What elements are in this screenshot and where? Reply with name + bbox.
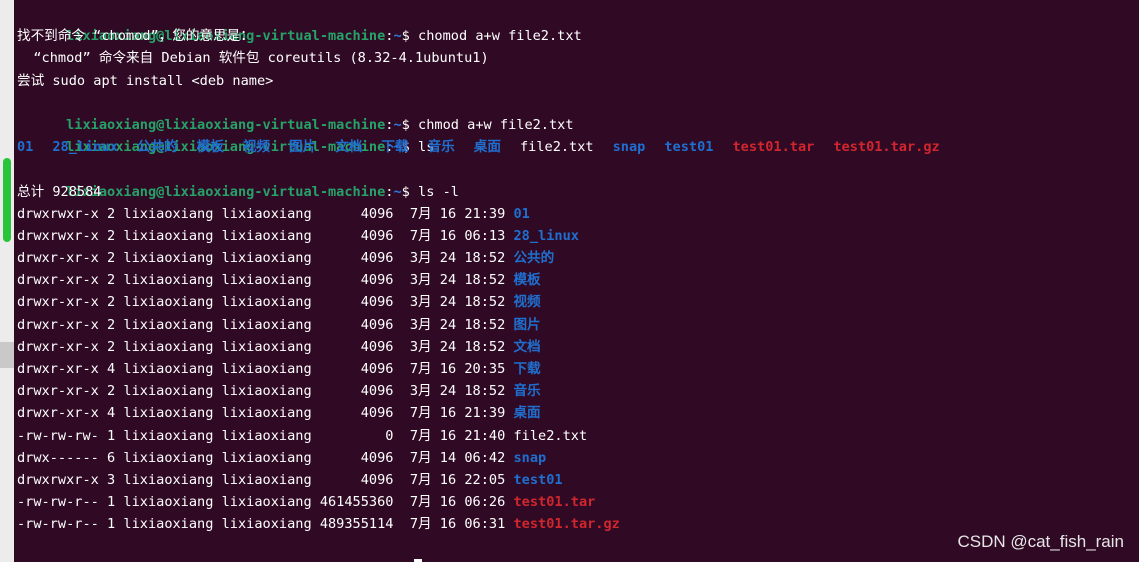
table-row: drwx------ 6 lixiaoxiang lixiaoxiang 409…	[17, 447, 1139, 469]
table-row: drwxr-xr-x 2 lixiaoxiang lixiaoxiang 409…	[17, 380, 1139, 402]
command-text: ls -l	[418, 183, 459, 200]
output-line: 尝试 sudo apt install <deb name>	[17, 72, 274, 89]
ls-entry: 视频	[242, 139, 271, 156]
file-metadata: drwxr-xr-x 2 lixiaoxiang lixiaoxiang 409…	[17, 316, 514, 333]
file-metadata: drwxr-xr-x 2 lixiaoxiang lixiaoxiang 409…	[17, 272, 514, 289]
prompt-sign: $	[401, 183, 410, 200]
file-name: 视频	[513, 294, 541, 311]
table-row: drwxrwxr-x 2 lixiaoxiang lixiaoxiang 409…	[17, 225, 1139, 247]
scrollbar-thumb[interactable]	[3, 158, 11, 242]
prompt-user-host: lixiaoxiang@lixiaoxiang-virtual-machine	[66, 183, 386, 200]
file-metadata: drwxrwxr-x 2 lixiaoxiang lixiaoxiang 409…	[17, 227, 514, 244]
file-metadata: -rw-rw-r-- 1 lixiaoxiang lixiaoxiang 461…	[17, 494, 514, 511]
scrollbar-track[interactable]	[0, 0, 14, 562]
file-name: snap	[513, 449, 547, 466]
command-line: lixiaoxiang@lixiaoxiang-virtual-machine:…	[17, 158, 1139, 200]
file-metadata: drwxr-xr-x 2 lixiaoxiang lixiaoxiang 409…	[17, 383, 514, 400]
ls-entry: 桌面	[473, 139, 501, 156]
command-line: lixiaoxiang@lixiaoxiang-virtual-machine:…	[17, 92, 1139, 133]
file-name: 图片	[513, 316, 541, 333]
table-row: drwxr-xr-x 4 lixiaoxiang lixiaoxiang 409…	[17, 358, 1139, 380]
file-name: 桌面	[513, 405, 541, 422]
prompt-path: ~	[393, 28, 402, 45]
table-row: drwxr-xr-x 2 lixiaoxiang lixiaoxiang 409…	[17, 291, 1139, 313]
prompt-path: ~	[393, 116, 402, 133]
ls-entry: test01	[664, 139, 714, 156]
file-metadata: drwxrwxr-x 2 lixiaoxiang lixiaoxiang 409…	[17, 205, 514, 222]
table-row: drwxrwxr-x 3 lixiaoxiang lixiaoxiang 409…	[17, 469, 1139, 491]
table-row: drwxr-xr-x 2 lixiaoxiang lixiaoxiang 409…	[17, 247, 1139, 269]
prompt-path: ~	[393, 183, 402, 200]
file-name: 音乐	[513, 383, 541, 400]
terminal-window[interactable]: lixiaoxiang@lixiaoxiang-virtual-machine:…	[0, 0, 1139, 562]
file-name: file2.txt	[513, 427, 588, 444]
table-row: drwxr-xr-x 2 lixiaoxiang lixiaoxiang 409…	[17, 269, 1139, 291]
table-row: drwxr-xr-x 4 lixiaoxiang lixiaoxiang 409…	[17, 402, 1139, 424]
prompt-sign: $	[401, 28, 410, 45]
file-metadata: drwxrwxr-x 3 lixiaoxiang lixiaoxiang 409…	[17, 471, 514, 488]
file-metadata: -rw-rw-r-- 1 lixiaoxiang lixiaoxiang 489…	[17, 516, 514, 533]
file-name: 公共的	[513, 250, 555, 267]
file-metadata: drwxr-xr-x 4 lixiaoxiang lixiaoxiang 409…	[17, 361, 514, 377]
command-text: chomod a+w file2.txt	[418, 28, 582, 45]
table-row: drwxrwxr-x 2 lixiaoxiang lixiaoxiang 409…	[17, 203, 1139, 225]
file-metadata: -rw-rw-rw- 1 lixiaoxiang lixiaoxiang 0 7…	[17, 427, 514, 444]
ls-entry: 28_linux	[52, 139, 118, 156]
command-line: lixiaoxiang@lixiaoxiang-virtual-machine:…	[17, 3, 1139, 44]
command-text: chmod a+w file2.txt	[418, 116, 574, 133]
file-metadata: drwx------ 6 lixiaoxiang lixiaoxiang 409…	[17, 449, 514, 466]
ls-entry: test01.tar.gz	[833, 139, 940, 156]
ls-entry: 下载	[381, 139, 409, 156]
file-name: 下载	[513, 361, 541, 377]
ls-entry: 图片	[289, 139, 317, 156]
ls-entry: file2.txt	[519, 139, 594, 156]
ls-entry: 公共的	[136, 139, 178, 156]
prompt-user-host: lixiaoxiang@lixiaoxiang-virtual-machine	[66, 116, 386, 133]
file-name: test01.tar.gz	[513, 516, 620, 533]
ls-entry: snap	[612, 139, 646, 156]
table-row: -rw-rw-r-- 1 lixiaoxiang lixiaoxiang 461…	[17, 491, 1139, 513]
file-name: 01	[513, 205, 530, 222]
ls-entry: 文档	[335, 139, 363, 156]
output-line: “chmod” 命令来自 Debian 软件包 coreutils (8.32-…	[17, 50, 489, 67]
ls-entry: 01	[17, 139, 34, 156]
file-name: 28_linux	[513, 227, 579, 244]
file-metadata: drwxr-xr-x 2 lixiaoxiang lixiaoxiang 409…	[17, 250, 514, 267]
table-row: -rw-rw-rw- 1 lixiaoxiang lixiaoxiang 0 7…	[17, 425, 1139, 447]
file-name: 文档	[513, 338, 541, 355]
prompt-sign: $	[401, 116, 410, 133]
table-row: drwxr-xr-x 2 lixiaoxiang lixiaoxiang 409…	[17, 336, 1139, 358]
file-name: test01.tar	[513, 494, 596, 511]
ls-entry: 音乐	[427, 139, 455, 156]
file-name: 模板	[513, 272, 541, 289]
table-row: drwxr-xr-x 2 lixiaoxiang lixiaoxiang 409…	[17, 314, 1139, 336]
ls-entry: 模板	[196, 139, 224, 156]
watermark: CSDN @cat_fish_rain	[957, 532, 1124, 551]
scrollbar-marker	[0, 342, 14, 368]
file-metadata: drwxr-xr-x 4 lixiaoxiang lixiaoxiang 409…	[17, 405, 514, 422]
ls-long-listing: drwxrwxr-x 2 lixiaoxiang lixiaoxiang 409…	[17, 203, 1139, 536]
file-name: test01	[513, 471, 563, 488]
ls-output-row: 01 28_linux 公共的 模板 视频 图片 文档 下载 音乐 桌面 file2.txt snap…	[17, 136, 1139, 158]
file-metadata: drwxr-xr-x 2 lixiaoxiang lixiaoxiang 409…	[17, 294, 514, 311]
file-metadata: drwxr-xr-x 2 lixiaoxiang lixiaoxiang 409…	[17, 338, 514, 355]
ls-entry: test01.tar	[732, 139, 815, 156]
terminal-output[interactable]: lixiaoxiang@lixiaoxiang-virtual-machine:…	[17, 3, 1139, 562]
